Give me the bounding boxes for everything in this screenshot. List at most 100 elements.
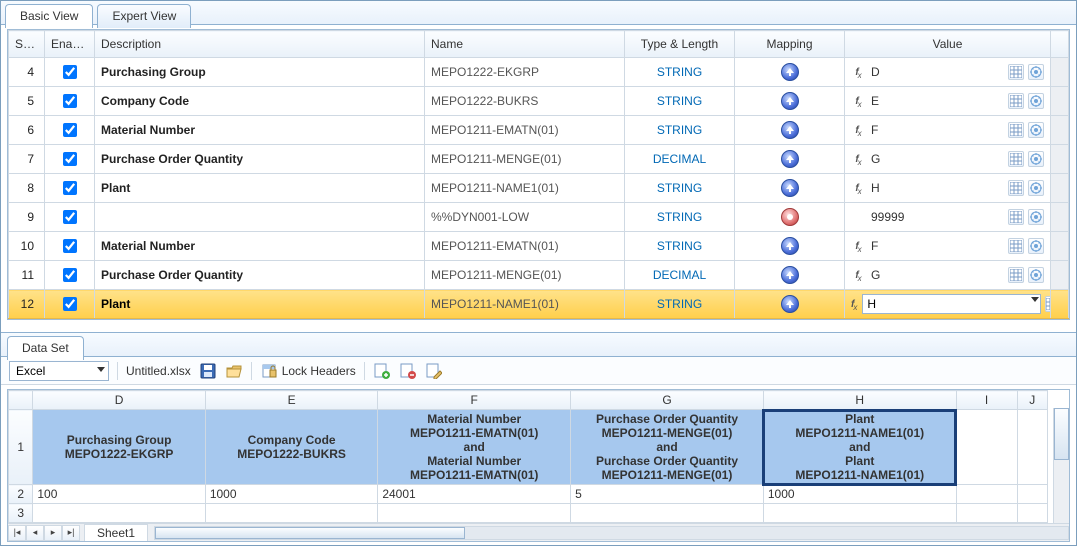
cell-enable[interactable] <box>45 290 95 319</box>
hdr-E[interactable]: Company Code MEPO1222-BUKRS <box>205 410 377 485</box>
value-gear-icon[interactable] <box>1028 209 1044 225</box>
fx-icon[interactable] <box>851 64 867 80</box>
table-row[interactable]: 4Purchasing GroupMEPO1222-EKGRPSTRINGD <box>9 58 1069 87</box>
cell-value[interactable]: F <box>845 116 1051 145</box>
grid-scrollbar[interactable] <box>1051 290 1069 319</box>
mapping-up-icon[interactable] <box>781 179 799 197</box>
mapping-up-icon[interactable] <box>781 92 799 110</box>
cell-mapping[interactable] <box>735 261 845 290</box>
grid-scrollbar[interactable] <box>1051 116 1069 145</box>
cell-mapping[interactable] <box>735 290 845 319</box>
enable-checkbox[interactable] <box>63 297 77 311</box>
colh-F[interactable]: F <box>378 391 571 410</box>
cell-J2[interactable] <box>1017 485 1047 504</box>
nav-next-icon[interactable]: ▸ <box>44 525 62 541</box>
table-row[interactable]: 7Purchase Order QuantityMEPO1211-MENGE(0… <box>9 145 1069 174</box>
value-grid-icon[interactable] <box>1008 180 1024 196</box>
col-name[interactable]: Name <box>425 31 625 58</box>
grid-scrollbar[interactable] <box>1051 174 1069 203</box>
value-gear-icon[interactable] <box>1028 64 1044 80</box>
value-gear-icon[interactable] <box>1028 93 1044 109</box>
cell-enable[interactable] <box>45 232 95 261</box>
table-row[interactable]: 11Purchase Order QuantityMEPO1211-MENGE(… <box>9 261 1069 290</box>
cell-value[interactable] <box>845 290 1051 319</box>
nav-first-icon[interactable]: |◂ <box>8 525 26 541</box>
sheet-corner[interactable] <box>9 391 33 410</box>
cell-value[interactable]: E <box>845 87 1051 116</box>
fx-icon[interactable] <box>851 238 867 254</box>
enable-checkbox[interactable] <box>63 65 77 79</box>
source-input[interactable] <box>9 361 109 381</box>
cell-D2[interactable]: 100 <box>33 485 205 504</box>
enable-checkbox[interactable] <box>63 268 77 282</box>
cell-value[interactable]: H <box>845 174 1051 203</box>
enable-checkbox[interactable] <box>63 239 77 253</box>
col-map[interactable]: Mapping <box>735 31 845 58</box>
enable-checkbox[interactable] <box>63 181 77 195</box>
lock-headers-label[interactable]: Lock Headers <box>282 364 356 378</box>
enable-checkbox[interactable] <box>63 123 77 137</box>
enable-checkbox[interactable] <box>63 94 77 108</box>
value-grid-icon[interactable] <box>1008 238 1024 254</box>
cell-value[interactable]: 99999 <box>845 203 1051 232</box>
table-row[interactable]: 8PlantMEPO1211-NAME1(01)STRINGH <box>9 174 1069 203</box>
cell-value[interactable]: G <box>845 261 1051 290</box>
sheet-vscroll[interactable] <box>1053 408 1069 523</box>
mapping-up-icon[interactable] <box>781 237 799 255</box>
value-input[interactable] <box>862 294 1041 314</box>
cell-value[interactable]: D <box>845 58 1051 87</box>
grid-scrollbar[interactable] <box>1051 145 1069 174</box>
col-sno[interactable]: S.No <box>9 31 45 58</box>
cell-enable[interactable] <box>45 203 95 232</box>
colh-E[interactable]: E <box>205 391 377 410</box>
mapping-up-icon[interactable] <box>781 121 799 139</box>
hdr-D[interactable]: Purchasing Group MEPO1222-EKGRP <box>33 410 205 485</box>
cell-mapping[interactable] <box>735 203 845 232</box>
hdr-G[interactable]: Purchase Order Quantity MEPO1211-MENGE(0… <box>571 410 764 485</box>
colh-G[interactable]: G <box>571 391 764 410</box>
grid-scrollbar[interactable] <box>1051 203 1069 232</box>
mapping-up-icon[interactable] <box>781 295 799 313</box>
value-grid-icon[interactable] <box>1008 122 1024 138</box>
fx-icon[interactable] <box>851 296 858 312</box>
cell-mapping[interactable] <box>735 145 845 174</box>
sheet-edit-icon[interactable] <box>425 362 443 380</box>
value-grid-icon[interactable] <box>1008 209 1024 225</box>
col-desc[interactable]: Description <box>95 31 425 58</box>
mapping-up-icon[interactable] <box>781 63 799 81</box>
rowh-3[interactable]: 3 <box>9 504 33 523</box>
source-combo[interactable] <box>9 361 109 381</box>
rowh-2[interactable]: 2 <box>9 485 33 504</box>
mapping-none-icon[interactable] <box>781 208 799 226</box>
cell-F2[interactable]: 24001 <box>378 485 571 504</box>
colh-I[interactable]: I <box>956 391 1017 410</box>
nav-prev-icon[interactable]: ◂ <box>26 525 44 541</box>
cell-H2[interactable]: 1000 <box>763 485 956 504</box>
cell-E2[interactable]: 1000 <box>205 485 377 504</box>
cell-mapping[interactable] <box>735 58 845 87</box>
cell-value[interactable]: F <box>845 232 1051 261</box>
value-gear-icon[interactable] <box>1028 151 1044 167</box>
col-value[interactable]: Value <box>845 31 1051 58</box>
value-grid-icon[interactable] <box>1008 151 1024 167</box>
table-row[interactable]: 5Company CodeMEPO1222-BUKRSSTRINGE <box>9 87 1069 116</box>
sheet-remove-icon[interactable] <box>399 362 417 380</box>
cell-enable[interactable] <box>45 145 95 174</box>
value-grid-icon[interactable] <box>1008 64 1024 80</box>
hdr-J[interactable] <box>1017 410 1047 485</box>
grid-scrollbar[interactable] <box>1051 232 1069 261</box>
hdr-H[interactable]: Plant MEPO1211-NAME1(01) and Plant MEPO1… <box>763 410 956 485</box>
value-grid-icon[interactable] <box>1045 296 1050 312</box>
hdr-I[interactable] <box>956 410 1017 485</box>
cell-enable[interactable] <box>45 261 95 290</box>
value-combo[interactable] <box>862 294 1041 314</box>
rowh-1[interactable]: 1 <box>9 410 33 485</box>
fx-icon[interactable] <box>851 122 867 138</box>
table-row[interactable]: 12PlantMEPO1211-NAME1(01)STRING <box>9 290 1069 319</box>
grid-scrollbar[interactable] <box>1051 87 1069 116</box>
fx-icon[interactable] <box>851 151 867 167</box>
sheet-add-icon[interactable] <box>373 362 391 380</box>
value-gear-icon[interactable] <box>1028 238 1044 254</box>
lock-headers-icon[interactable] <box>260 362 278 380</box>
cell-mapping[interactable] <box>735 87 845 116</box>
